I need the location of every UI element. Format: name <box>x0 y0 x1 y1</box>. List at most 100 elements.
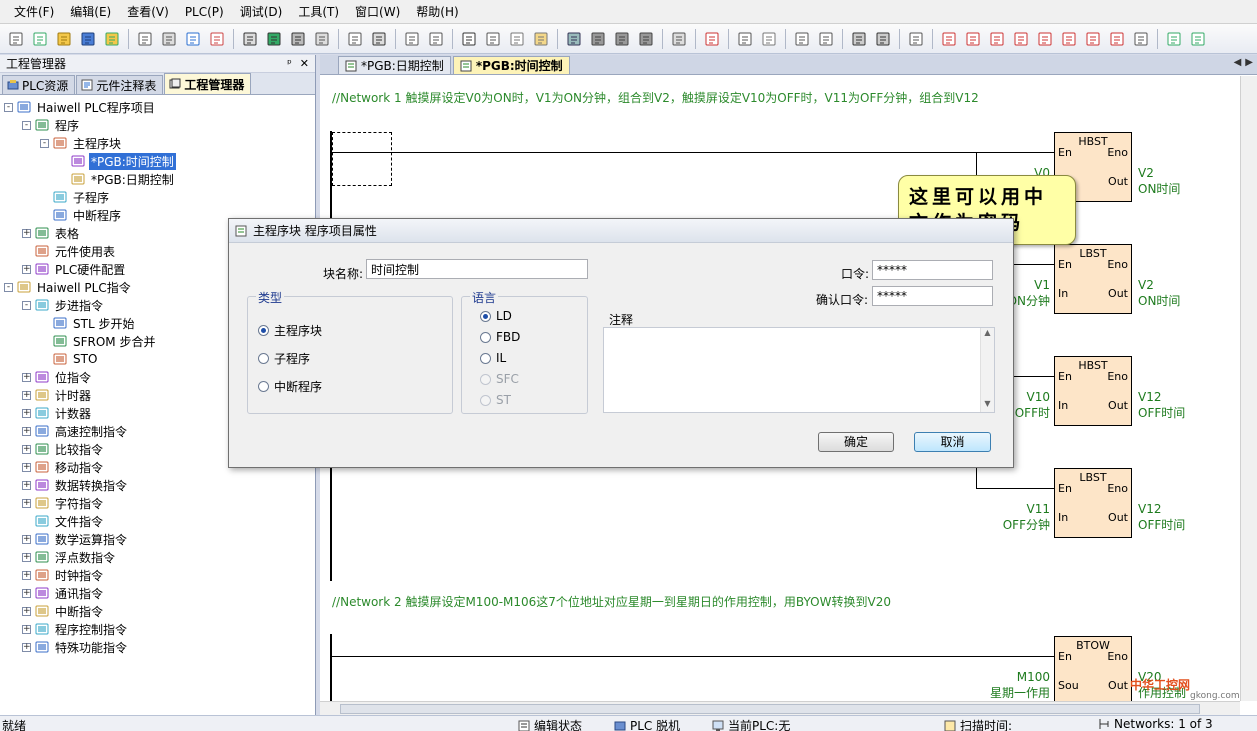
menu-item-3[interactable]: PLC(P) <box>179 0 230 24</box>
radio-button[interactable] <box>258 353 269 364</box>
expand-icon[interactable]: + <box>22 228 31 238</box>
type-option[interactable]: 主程序块 <box>258 322 322 339</box>
scroll-thumb[interactable] <box>340 704 1200 714</box>
undo-icon[interactable] <box>402 29 422 49</box>
save-icon[interactable] <box>78 29 98 49</box>
net-icon[interactable] <box>702 29 722 49</box>
radio-button[interactable] <box>258 381 269 392</box>
input-operand[interactable]: V10 OFF时 <box>1015 390 1050 421</box>
output-operand[interactable]: V12 OFF时间 <box>1138 390 1185 421</box>
upload-icon[interactable] <box>102 29 122 49</box>
expand-icon[interactable]: + <box>22 498 31 508</box>
collapse-icon[interactable]: - <box>22 300 31 310</box>
print-preview-icon[interactable] <box>135 29 155 49</box>
online-icon[interactable] <box>669 29 689 49</box>
tree-item[interactable]: + 程序控制指令 <box>0 620 315 638</box>
letter-icon[interactable] <box>816 29 836 49</box>
compile-icon[interactable] <box>183 29 203 49</box>
function-block-btow[interactable]: BTOW En Eno Sou Out <box>1054 636 1132 701</box>
tree-item[interactable]: + 字符指令 <box>0 494 315 512</box>
tree-item[interactable]: + 时钟指令 <box>0 566 315 584</box>
radio-button[interactable] <box>480 352 491 364</box>
radio-button[interactable] <box>480 331 491 343</box>
menu-item-7[interactable]: 帮助(H) <box>410 0 464 24</box>
coil-set-icon[interactable] <box>1011 29 1031 49</box>
menu-item-6[interactable]: 窗口(W) <box>349 0 406 24</box>
output-operand[interactable]: V12 OFF时间 <box>1138 502 1185 533</box>
language-option[interactable]: LD <box>480 309 512 323</box>
comment-textarea[interactable]: ▲ ▼ <box>603 327 995 413</box>
doc-icon[interactable] <box>906 29 926 49</box>
expand-icon[interactable]: + <box>22 372 31 382</box>
tree-item[interactable]: + 浮点数指令 <box>0 548 315 566</box>
print-icon[interactable] <box>159 29 179 49</box>
tree-item[interactable]: - 主程序块 <box>0 134 315 152</box>
delete-icon[interactable] <box>459 29 479 49</box>
properties-icon[interactable] <box>345 29 365 49</box>
coil-reset-icon[interactable] <box>1035 29 1055 49</box>
cut-icon[interactable] <box>483 29 503 49</box>
tree-item[interactable]: 子程序 <box>0 188 315 206</box>
tree-item[interactable]: + 特殊功能指令 <box>0 638 315 656</box>
contact-nc-icon[interactable] <box>963 29 983 49</box>
radio-button[interactable] <box>480 310 491 322</box>
redo-icon[interactable] <box>426 29 446 49</box>
tree-item[interactable]: *PGB:日期控制 <box>0 170 315 188</box>
unlock-icon[interactable] <box>873 29 893 49</box>
copy-icon[interactable] <box>507 29 527 49</box>
output-operand[interactable]: V2 ON时间 <box>1138 278 1180 309</box>
cancel-button[interactable]: 取消 <box>914 432 991 452</box>
collapse-icon[interactable]: - <box>4 282 13 292</box>
confirm-password-input[interactable] <box>872 286 993 306</box>
plc-status-icon[interactable] <box>636 29 656 49</box>
lock-icon[interactable] <box>849 29 869 49</box>
expand-icon[interactable]: + <box>22 264 31 274</box>
close-icon[interactable]: ✕ <box>300 57 309 70</box>
expand-icon[interactable]: + <box>22 588 31 598</box>
menu-item-0[interactable]: 文件(F) <box>8 0 60 24</box>
menu-item-5[interactable]: 工具(T) <box>292 0 345 24</box>
insert-row-icon[interactable] <box>1164 29 1184 49</box>
tab-time-control[interactable]: *PGB:时间控制 <box>452 56 570 74</box>
coil-icon[interactable] <box>987 29 1007 49</box>
new-project-icon[interactable] <box>30 29 50 49</box>
tab-left-arrow-icon[interactable]: ◀ <box>1234 57 1242 68</box>
function-block-lbst[interactable]: LBST En Eno In Out <box>1054 468 1132 538</box>
radio-button[interactable] <box>258 325 269 336</box>
expand-icon[interactable]: + <box>22 408 31 418</box>
plc-config-icon[interactable] <box>288 29 308 49</box>
menu-item-2[interactable]: 查看(V) <box>121 0 175 24</box>
collapse-icon[interactable]: - <box>40 138 49 148</box>
menu-item-1[interactable]: 编辑(E) <box>64 0 117 24</box>
function-block-hbst[interactable]: HBST En Eno In Out <box>1054 356 1132 426</box>
tab-project-manager[interactable]: 工程管理器 <box>164 73 252 94</box>
expand-icon[interactable]: + <box>22 606 31 616</box>
table-icon[interactable] <box>792 29 812 49</box>
input-operand[interactable]: M100 星期一作用 <box>990 670 1050 701</box>
coil-pulse-icon[interactable] <box>1059 29 1079 49</box>
contact-no-icon[interactable] <box>939 29 959 49</box>
tree-item[interactable]: + 数学运算指令 <box>0 530 315 548</box>
pin-icon[interactable]: ᵖ <box>287 57 292 70</box>
type-option[interactable]: 子程序 <box>258 350 310 367</box>
paste-icon[interactable] <box>531 29 551 49</box>
tab-element-comments[interactable]: 元件注释表 <box>76 75 164 94</box>
expand-icon[interactable]: + <box>22 534 31 544</box>
wire-icon[interactable] <box>735 29 755 49</box>
plc-stop-icon[interactable] <box>612 29 632 49</box>
expand-icon[interactable]: + <box>22 426 31 436</box>
vertical-scrollbar[interactable] <box>1240 76 1257 701</box>
tree-item[interactable]: 文件指令 <box>0 512 315 530</box>
collapse-icon[interactable]: - <box>22 120 31 130</box>
open-icon[interactable] <box>54 29 74 49</box>
new-file-icon[interactable] <box>6 29 26 49</box>
language-option[interactable]: IL <box>480 351 506 365</box>
expand-icon[interactable]: + <box>22 552 31 562</box>
password-input[interactable] <box>872 260 993 280</box>
plc-run-icon[interactable] <box>588 29 608 49</box>
download-icon[interactable] <box>564 29 584 49</box>
input-operand[interactable]: V11 OFF分钟 <box>1003 502 1050 533</box>
horizontal-scrollbar[interactable] <box>320 701 1240 715</box>
check-icon[interactable] <box>207 29 227 49</box>
expand-icon[interactable]: + <box>22 570 31 580</box>
